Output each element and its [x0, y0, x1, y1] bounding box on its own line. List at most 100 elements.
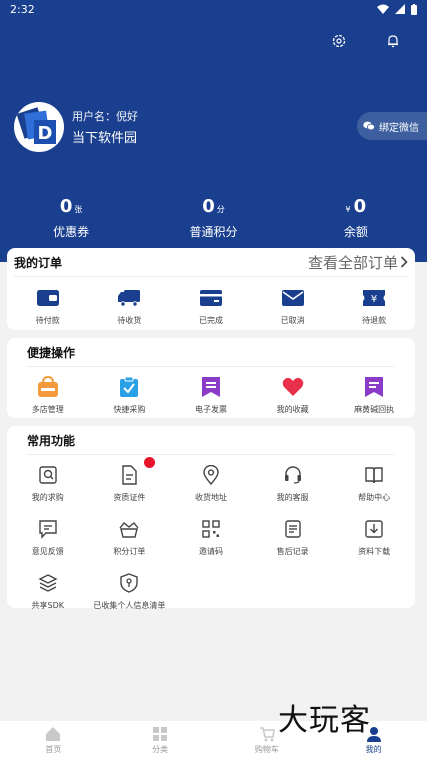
common-functions-grid: 我的求购 资质证件 收货地址 我的客服 帮助中心 意见反馈 积分订单 邀请码 售… — [7, 457, 415, 611]
truck-icon — [118, 290, 141, 307]
func-invite-code[interactable]: 邀请码 — [170, 517, 252, 557]
order-pending-payment[interactable]: 待付款 — [7, 286, 89, 326]
order-pending-refund[interactable]: ¥ 待退款 — [333, 286, 415, 326]
coupon-unit: 张 — [74, 205, 83, 214]
func-shipping-address[interactable]: 收货地址 — [170, 463, 252, 503]
order-label: 待付款 — [35, 316, 60, 325]
func-help-center[interactable]: 帮助中心 — [333, 463, 415, 503]
tab-category[interactable]: 分类 — [107, 721, 214, 760]
points-label: 普通积分 — [189, 225, 238, 239]
func-label: 帮助中心 — [358, 493, 391, 502]
layers-icon — [38, 574, 58, 592]
shield-icon — [120, 573, 139, 593]
order-status-grid: 待付款 待收货 已完成 已取消 ¥ 待退款 — [7, 286, 415, 326]
tab-home[interactable]: 首页 — [0, 721, 107, 760]
stat-coupons[interactable]: 0张 优惠券 — [0, 196, 142, 240]
common-functions-card: 常用功能 我的求购 资质证件 收货地址 我的客服 帮助中心 意见反馈 积分订单 … — [7, 426, 415, 611]
func-label: 积分订单 — [113, 547, 146, 556]
wifi-icon — [377, 4, 389, 14]
quick-ephedrine-receipt[interactable]: 麻黄碱回执 — [333, 375, 415, 415]
common-functions-title: 常用功能 — [27, 433, 76, 448]
balance-label: 余额 — [343, 225, 368, 239]
func-downloads[interactable]: 资料下载 — [333, 517, 415, 557]
quick-label: 多店管理 — [31, 405, 64, 414]
order-label: 已完成 — [198, 316, 223, 325]
refund-ticket-icon: ¥ — [363, 290, 386, 306]
stat-points[interactable]: 0分 普通积分 — [142, 196, 284, 240]
func-label: 资质证件 — [113, 493, 146, 502]
orders-card: 我的订单 查看全部订单 待付款 待收货 已完成 已取消 ¥ 待退款 — [7, 248, 415, 330]
bell-icon[interactable] — [385, 33, 401, 49]
func-qualifications[interactable]: 资质证件 — [89, 457, 171, 503]
balance-value: 0 — [353, 196, 367, 217]
func-label: 已收集个人信息清单 — [93, 601, 166, 610]
see-all-orders-link[interactable]: 查看全部订单 — [308, 252, 408, 273]
home-icon — [46, 727, 61, 741]
order-label: 待收货 — [117, 316, 142, 325]
func-shared-sdk[interactable]: 共享SDK — [7, 571, 89, 611]
points-unit: 分 — [216, 205, 225, 214]
func-personal-info-list[interactable]: 已收集个人信息清单 — [89, 571, 171, 611]
quick-purchase[interactable]: 快捷采购 — [89, 375, 171, 415]
order-pending-receipt[interactable]: 待收货 — [89, 286, 171, 326]
quick-label: 麻黄碱回执 — [354, 405, 395, 414]
order-label: 待退款 — [362, 316, 387, 325]
points-count: 0 — [202, 196, 215, 217]
quick-actions-grid: 多店管理 快捷采购 电子发票 我的收藏 麻黄碱回执 — [7, 375, 415, 415]
quick-label: 我的收藏 — [276, 405, 309, 414]
clipboard-check-icon — [120, 376, 139, 397]
coupon-count: 0 — [59, 196, 73, 217]
username-label: 用户名：倪好 — [72, 110, 138, 123]
func-label: 意见反馈 — [31, 547, 64, 556]
open-book-icon — [365, 467, 383, 484]
wallet-icon — [36, 290, 59, 306]
quick-actions-title: 便捷操作 — [27, 345, 76, 360]
user-profile[interactable]: D 用户名：倪好 当下软件园 — [14, 102, 138, 152]
func-label: 资料下载 — [358, 547, 391, 556]
func-label: 收货地址 — [194, 493, 227, 502]
func-label: 共享SDK — [31, 601, 65, 610]
order-completed[interactable]: 已完成 — [170, 286, 252, 326]
card-icon — [199, 290, 222, 306]
wechat-icon — [363, 121, 375, 131]
func-label: 我的求购 — [31, 493, 64, 502]
func-label: 我的客服 — [276, 493, 309, 502]
watermark: 大玩客 — [278, 703, 371, 738]
category-icon — [153, 727, 168, 741]
coupon-label: 优惠券 — [53, 225, 90, 239]
crown-basket-icon — [119, 522, 139, 538]
heart-icon — [282, 377, 303, 396]
quick-favorites[interactable]: 我的收藏 — [252, 375, 334, 415]
func-feedback[interactable]: 意见反馈 — [7, 517, 89, 557]
quick-actions-card: 便捷操作 多店管理 快捷采购 电子发票 我的收藏 麻黄碱回执 — [7, 338, 415, 418]
document-icon — [122, 465, 138, 485]
download-icon — [365, 520, 383, 538]
stat-balance[interactable]: ¥0 余额 — [285, 196, 427, 240]
avatar[interactable]: D — [14, 102, 64, 152]
func-customer-service[interactable]: 我的客服 — [252, 463, 334, 503]
func-after-sales[interactable]: 售后记录 — [252, 517, 334, 557]
func-my-requests[interactable]: 我的求购 — [7, 463, 89, 503]
quick-multi-store[interactable]: 多店管理 — [7, 375, 89, 415]
quick-label: 快捷采购 — [113, 405, 146, 414]
bind-wechat-button[interactable]: 绑定微信 — [357, 112, 427, 140]
quick-e-invoice[interactable]: 电子发票 — [170, 375, 252, 415]
func-points-orders[interactable]: 积分订单 — [89, 517, 171, 557]
notification-badge — [144, 457, 156, 468]
bind-wechat-label: 绑定微信 — [379, 122, 419, 134]
order-cancelled[interactable]: 已取消 — [252, 286, 334, 326]
app-logo: D — [16, 107, 56, 144]
store-basket-icon — [37, 376, 58, 397]
avatar-letter: D — [38, 123, 53, 144]
status-time: 2:32 — [10, 2, 35, 16]
func-label: 邀请码 — [198, 547, 223, 556]
tab-label: 购物车 — [254, 745, 279, 754]
see-all-label: 查看全部订单 — [307, 253, 398, 272]
settings-icon[interactable] — [331, 33, 347, 49]
status-bar: 2:32 — [0, 0, 427, 18]
headset-icon — [284, 466, 301, 484]
divider — [14, 276, 408, 277]
receipt-bookmark-icon — [365, 377, 384, 397]
order-label: 已取消 — [280, 316, 305, 325]
currency-symbol: ¥ — [345, 205, 351, 214]
